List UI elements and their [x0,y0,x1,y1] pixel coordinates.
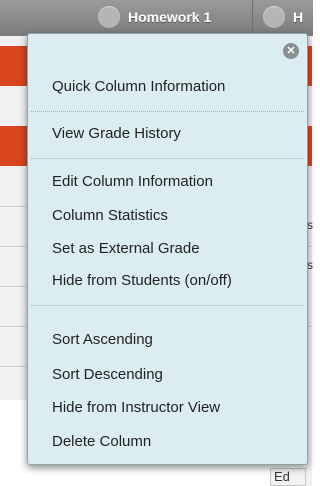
chevron-down-icon[interactable] [263,6,285,28]
grid-row-divider [0,366,30,367]
grid-row-divider [0,286,30,287]
column-header-label: H [293,9,304,25]
column-header-homework-1[interactable]: Homework 1 [0,0,252,36]
menu-item-hide-from-instructor-view[interactable]: Hide from Instructor View [52,396,220,420]
menu-item-column-statistics[interactable]: Column Statistics [52,204,168,228]
menu-item-quick-column-information[interactable]: Quick Column Information [52,75,225,99]
menu-item-sort-descending[interactable]: Sort Descending [52,363,163,387]
grid-left-strip [0,36,30,400]
menu-separator [31,158,304,159]
column-header-next[interactable]: H [252,0,313,36]
menu-item-edit-column-information[interactable]: Edit Column Information [52,170,213,194]
menu-item-hide-from-students[interactable]: Hide from Students (on/off) [52,269,232,293]
menu-separator [31,111,304,112]
menu-item-set-as-external-grade[interactable]: Set as External Grade [52,237,200,261]
column-header-label: Homework 1 [128,9,212,25]
grid-row-divider [0,246,30,247]
column-context-menu: ✕ Quick Column Information View Grade Hi… [27,33,308,465]
grid-row-divider [0,206,30,207]
menu-item-sort-ascending[interactable]: Sort Ascending [52,328,153,352]
menu-item-view-grade-history[interactable]: View Grade History [52,122,181,146]
menu-separator [31,305,304,306]
chevron-down-icon[interactable] [98,6,120,28]
grade-cell-highlight [0,46,30,86]
edit-button[interactable]: Ed [270,468,306,486]
grade-cell-highlight [0,126,30,166]
grid-row-divider [0,326,30,327]
menu-item-delete-column[interactable]: Delete Column [52,430,151,454]
close-icon[interactable]: ✕ [283,43,299,59]
